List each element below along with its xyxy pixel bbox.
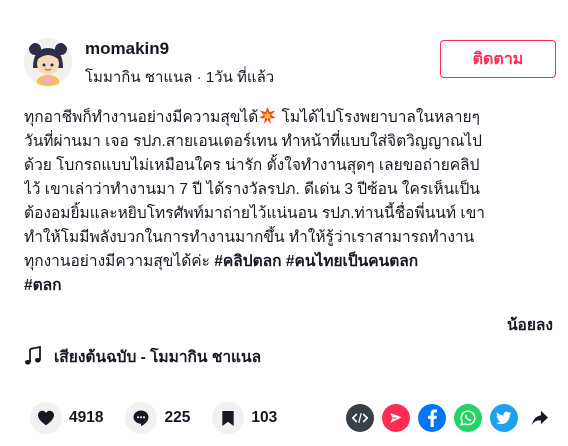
embed-icon — [352, 413, 368, 423]
caption-line: ต้องอมยิ้มและหยิบโทรศัพท์มาถ่ายไว้แน่นอน… — [24, 205, 486, 222]
caption-line: #ตลก — [24, 274, 554, 298]
save-count: 103 — [251, 409, 278, 426]
facebook-icon — [427, 409, 438, 427]
caption-line: ทำให้โมมีพลังบวกในการทำงานมากขึ้น ทำให้ร… — [24, 229, 475, 246]
caption-line: ทุกอาชีพก็ทำงานอย่างมีความสุขได้ โมได้ไป… — [24, 106, 554, 130]
save-stat: 103 — [212, 402, 277, 434]
subline-separator: · — [196, 69, 202, 86]
caption-line: วันที่ผ่านมา เจอ รปภ.สายเอนเตอร์เทน ทำหน… — [24, 133, 483, 150]
caption-text: โมได้ไปโรงพยาบาลในหลายๆ — [277, 109, 480, 126]
whatsapp-icon — [460, 410, 476, 426]
music-link[interactable]: เสียงต้นฉบับ - โมมากิน ชาแนล — [24, 344, 261, 368]
author-display-name[interactable]: โมมากิน ชาแนล — [85, 69, 192, 86]
comment-stat: 225 — [125, 402, 190, 434]
post-caption: ทุกอาชีพก็ทำงานอย่างมีความสุขได้ โมได้ไป… — [24, 106, 554, 298]
share-arrow-icon — [532, 410, 548, 426]
author-username[interactable]: momakin9 — [85, 39, 169, 59]
heart-icon — [38, 410, 54, 426]
caption-text: ทุกงานอย่างมีความสุขได้ค่ะ — [24, 253, 215, 270]
embed-button[interactable] — [346, 404, 374, 432]
follow-button[interactable]: ติดตาม — [440, 40, 556, 78]
music-title: เสียงต้นฉบับ - โมมากิน ชาแนล — [54, 348, 262, 366]
like-stat: 4918 — [30, 402, 103, 434]
avatar[interactable] — [24, 38, 72, 86]
facebook-share-button[interactable] — [418, 404, 446, 432]
bookmark-icon — [222, 410, 235, 426]
like-count: 4918 — [69, 409, 104, 426]
hashtag-link[interactable]: #คนไทยเป็นคนตลก — [286, 253, 418, 270]
caption-line: ด้วย โบกรถแบบไม่เหมือนใคร น่ารัก ตั้งใจท… — [24, 157, 480, 174]
author-subline: โมมากิน ชาแนล · 1วัน ที่แล้ว — [85, 65, 274, 89]
twitter-share-button[interactable] — [490, 404, 518, 432]
caption-line: ทุกงานอย่างมีความสุขได้ค่ะ #คลิปตลก #คนไ… — [24, 250, 554, 274]
caption-line: ไว้ เขาเล่าว่าทำงานมา 7 ปี ได้รางวัลรปภ.… — [24, 181, 480, 198]
post-time: 1วัน ที่แล้ว — [205, 69, 275, 86]
hashtag-link[interactable]: #ตลก — [24, 277, 62, 294]
hashtag-link[interactable]: #คลิปตลก — [214, 253, 281, 270]
more-share-button[interactable] — [526, 404, 554, 432]
share-buttons — [338, 402, 554, 434]
caption-text: ทุกอาชีพก็ทำงานอย่างมีความสุขได้ — [24, 109, 259, 126]
collision-emoji-icon — [259, 107, 277, 124]
whatsapp-share-button[interactable] — [454, 404, 482, 432]
comment-button[interactable] — [125, 402, 158, 434]
twitter-icon — [496, 411, 512, 425]
comment-icon — [133, 410, 149, 427]
save-button[interactable] — [212, 402, 245, 434]
engagement-stats: 4918 225 103 — [30, 400, 299, 436]
avatar-illustration — [24, 38, 72, 86]
send-button[interactable] — [382, 404, 410, 432]
like-button[interactable] — [30, 402, 62, 434]
post-header: momakin9 โมมากิน ชาแนล · 1วัน ที่แล้ว ติ… — [24, 38, 556, 86]
comment-count: 225 — [164, 409, 191, 426]
see-less-button[interactable]: น้อยลง — [507, 312, 553, 337]
music-note-icon — [25, 346, 41, 365]
send-icon — [390, 413, 402, 423]
